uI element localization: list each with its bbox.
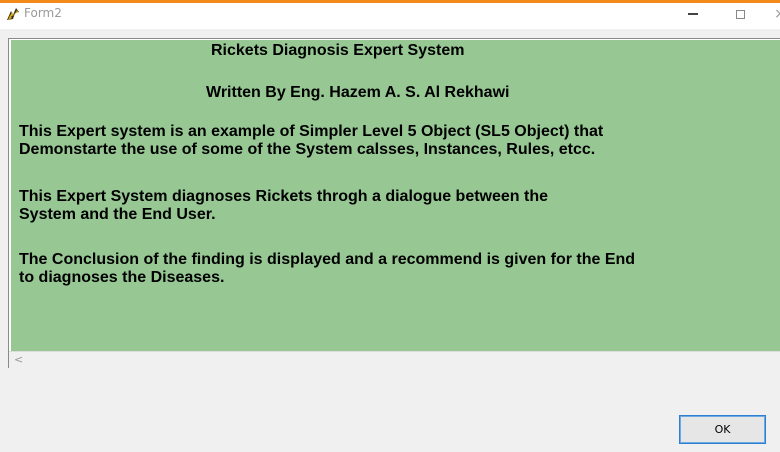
app-icon xyxy=(5,6,21,22)
paragraph-3-line-2: to diagnoses the Diseases. xyxy=(19,269,225,286)
ok-button[interactable]: OK xyxy=(679,415,766,444)
close-button[interactable]: × xyxy=(760,3,780,25)
description-panel: Rickets Diagnosis Expert System Written … xyxy=(11,40,780,351)
maximize-button[interactable] xyxy=(720,3,760,25)
maximize-icon xyxy=(735,9,745,19)
author-line: Written By Eng. Hazem A. S. Al Rekhawi xyxy=(206,84,510,101)
panel-heading: Rickets Diagnosis Expert System xyxy=(211,42,465,59)
minimize-icon xyxy=(688,13,698,15)
paragraph-2-line-2: System and the End User. xyxy=(19,206,216,223)
horizontal-scrollbar[interactable]: < xyxy=(9,351,780,368)
title-bar[interactable]: Form2 × xyxy=(0,3,780,29)
paragraph-1-line-2: Demonstarte the use of some of the Syste… xyxy=(19,141,596,158)
paragraph-3-line-1: The Conclusion of the finding is display… xyxy=(19,251,636,268)
paragraph-2-line-1: This Expert System diagnoses Rickets thr… xyxy=(19,188,549,205)
scroll-left-icon[interactable]: < xyxy=(14,353,23,366)
form2-window: Form2 × Rickets Diagnosis Expert System … xyxy=(0,0,780,452)
window-title: Form2 xyxy=(24,6,62,20)
minimize-button[interactable] xyxy=(673,3,713,25)
paragraph-1-line-1: This Expert system is an example of Simp… xyxy=(19,123,604,140)
close-icon: × xyxy=(774,6,780,22)
